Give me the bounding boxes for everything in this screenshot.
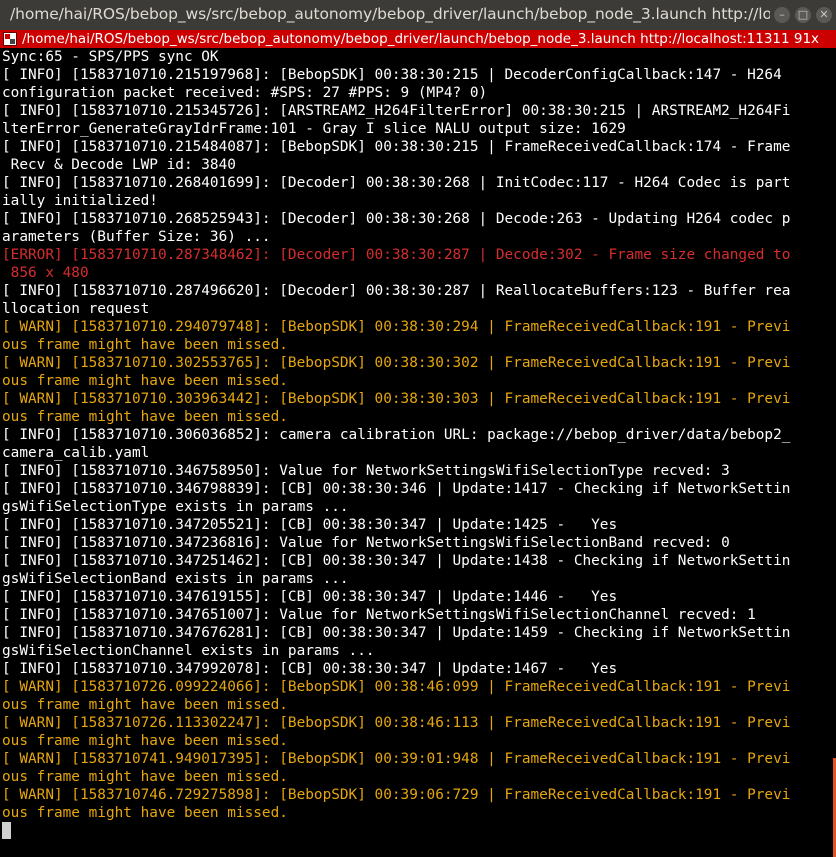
prompt-line[interactable] [2,822,834,840]
log-line-warn: ous frame might have been missed. [2,697,288,713]
terminal-tab[interactable]: /home/hai/ROS/bebop_ws/src/bebop_autonom… [0,30,836,48]
window-title: /home/hai/ROS/bebop_ws/src/bebop_autonom… [10,5,770,23]
log-line-info: [ INFO] [1583710710.215197968]: [BebopSD… [2,67,782,83]
log-line-warn: [ WARN] [1583710726.113302247]: [BebopSD… [2,715,791,731]
log-line-info: [ INFO] [1583710710.347992078]: [CB] 00:… [2,661,618,677]
log-line-warn: ous frame might have been missed. [2,409,288,425]
log-line-info: [ INFO] [1583710710.215345726]: [ARSTREA… [2,103,791,119]
log-line-warn: [ WARN] [1583710726.099224066]: [BebopSD… [2,679,791,695]
log-line-info: camera_calib.yaml [2,445,150,461]
log-line-error: 856 x 480 [2,265,89,281]
log-line-info: gsWifiSelectionType exists in params ... [2,499,349,515]
log-line-warn: [ WARN] [1583710710.294079748]: [BebopSD… [2,319,791,335]
log-line-warn: ous frame might have been missed. [2,733,288,749]
log-line-info: gsWifiSelectionChannel exists in params … [2,643,375,659]
log-line-info: configuration packet received: #SPS: 27 … [2,85,488,101]
log-line-error: [ERROR] [1583710710.287348462]: [Decoder… [2,247,791,263]
close-icon[interactable]: ✕ [816,7,832,23]
log-line-info: [ INFO] [1583710710.347236816]: Value fo… [2,535,730,551]
title-bar[interactable]: /home/hai/ROS/bebop_ws/src/bebop_autonom… [0,0,836,31]
log-line-info: Recv & Decode LWP id: 3840 [2,157,236,173]
text-cursor [2,822,11,839]
log-line-info: [ INFO] [1583710710.347205521]: [CB] 00:… [2,517,618,533]
log-line-info: [ INFO] [1583710710.347651007]: Value fo… [2,607,756,623]
terminal-window: /home/hai/ROS/bebop_ws/src/bebop_autonom… [0,0,836,857]
log-line-info: Sync:65 - SPS/PPS sync OK [2,49,219,65]
tab-title: /home/hai/ROS/bebop_ws/src/bebop_autonom… [22,31,820,47]
log-line-info: [ INFO] [1583710710.268525943]: [Decoder… [2,211,791,227]
log-line-warn: ous frame might have been missed. [2,769,288,785]
log-line-info: [ INFO] [1583710710.287496620]: [Decoder… [2,283,791,299]
log-line-info: gsWifiSelectionBand exists in params ... [2,571,349,587]
log-line-info: [ INFO] [1583710710.347676281]: [CB] 00:… [2,625,791,641]
log-line-warn: [ WARN] [1583710746.729275898]: [BebopSD… [2,787,791,803]
log-line-info: [ INFO] [1583710710.346798839]: [CB] 00:… [2,481,791,497]
log-line-warn: [ WARN] [1583710710.302553765]: [BebopSD… [2,355,791,371]
log-line-info: [ INFO] [1583710710.347251462]: [CB] 00:… [2,553,791,569]
log-line-warn: [ WARN] [1583710741.949017395]: [BebopSD… [2,751,791,767]
log-line-info: lterError_GenerateGrayIdrFrame:101 - Gra… [2,121,626,137]
minimize-icon[interactable]: – [774,7,790,23]
log-line-info: [ INFO] [1583710710.268401699]: [Decoder… [2,175,791,191]
log-line-info: [ INFO] [1583710710.347619155]: [CB] 00:… [2,589,618,605]
log-line-info: arameters (Buffer Size: 36) ... [2,229,271,245]
log-line-info: llocation request [2,301,150,317]
log-line-warn: [ WARN] [1583710710.303963442]: [BebopSD… [2,391,791,407]
log-line-info: [ INFO] [1583710710.306036852]: camera c… [2,427,791,443]
log-line-warn: ous frame might have been missed. [2,805,288,821]
log-line-warn: ous frame might have been missed. [2,337,288,353]
log-line-warn: ous frame might have been missed. [2,373,288,389]
terminal-app-icon [3,32,17,46]
maximize-icon[interactable]: □ [795,7,811,23]
log-line-info: [ INFO] [1583710710.346758950]: Value fo… [2,463,730,479]
console-output[interactable]: Sync:65 - SPS/PPS sync OK [ INFO] [158371… [2,48,834,857]
log-line-info: ially initialized! [2,193,158,209]
log-line-info: [ INFO] [1583710710.215484087]: [BebopSD… [2,139,791,155]
